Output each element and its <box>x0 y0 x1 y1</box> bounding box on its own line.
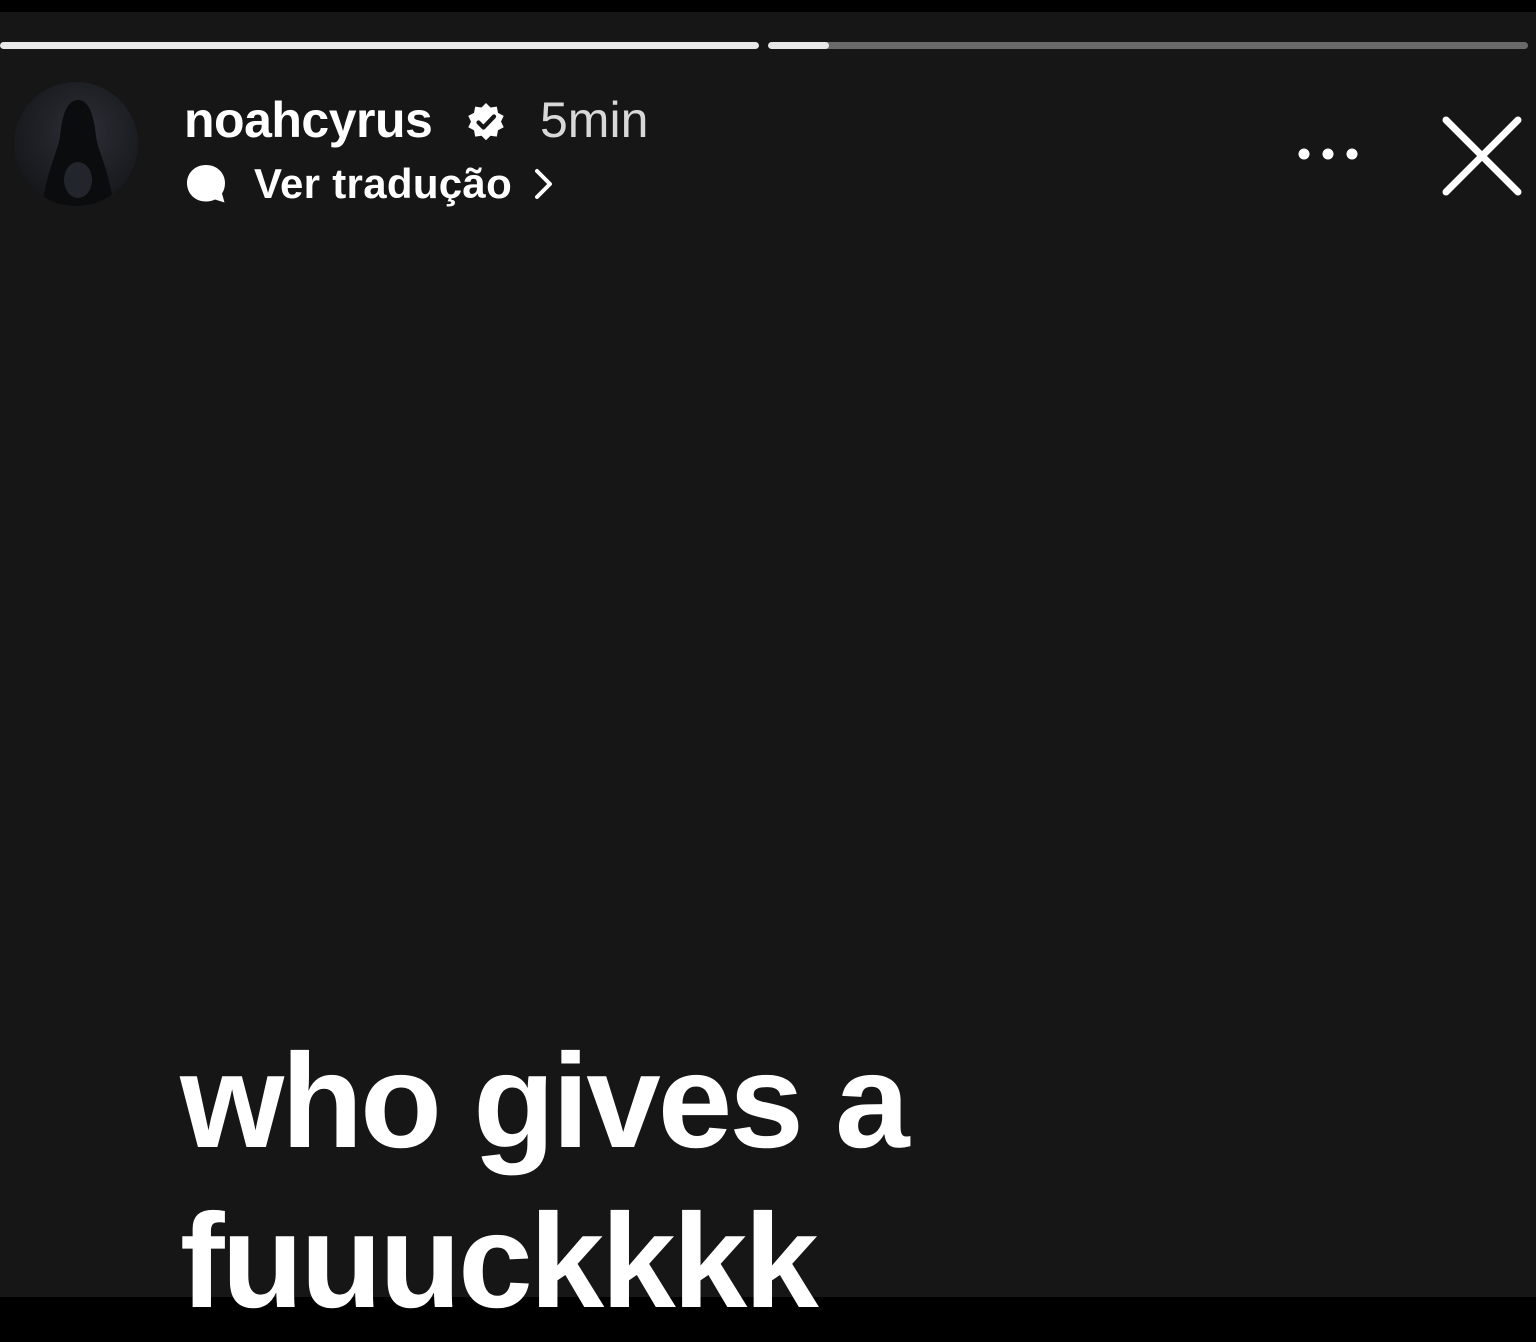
verified-badge-icon <box>468 103 504 141</box>
progress-segment-1 <box>0 42 759 49</box>
story-text-line-1: who gives a <box>180 1027 910 1176</box>
chat-bubble-icon <box>187 165 225 203</box>
avatar-figure <box>42 100 114 206</box>
story-viewer[interactable]: noahcyrus 5min Ver tradução who gives a … <box>0 12 1536 1336</box>
progress-segment-2 <box>768 42 1528 49</box>
avatar[interactable] <box>14 82 138 206</box>
progress-fill-2 <box>768 42 829 49</box>
story-text-line-2: fuuuckkkk <box>180 1187 819 1336</box>
story-progress-bar <box>0 42 1536 50</box>
story-text-sticker: who gives a fuuuckkkk <box>180 1022 1280 1342</box>
progress-fill-1 <box>0 42 759 49</box>
username[interactable]: noahcyrus <box>184 90 433 150</box>
see-translation-label: Ver tradução <box>254 160 513 207</box>
more-options-icon[interactable] <box>1292 132 1364 176</box>
story-timestamp: 5min <box>540 92 649 148</box>
see-translation-button[interactable]: Ver tradução <box>184 154 556 214</box>
chevron-right-icon <box>535 169 553 199</box>
close-icon[interactable] <box>1430 104 1534 208</box>
